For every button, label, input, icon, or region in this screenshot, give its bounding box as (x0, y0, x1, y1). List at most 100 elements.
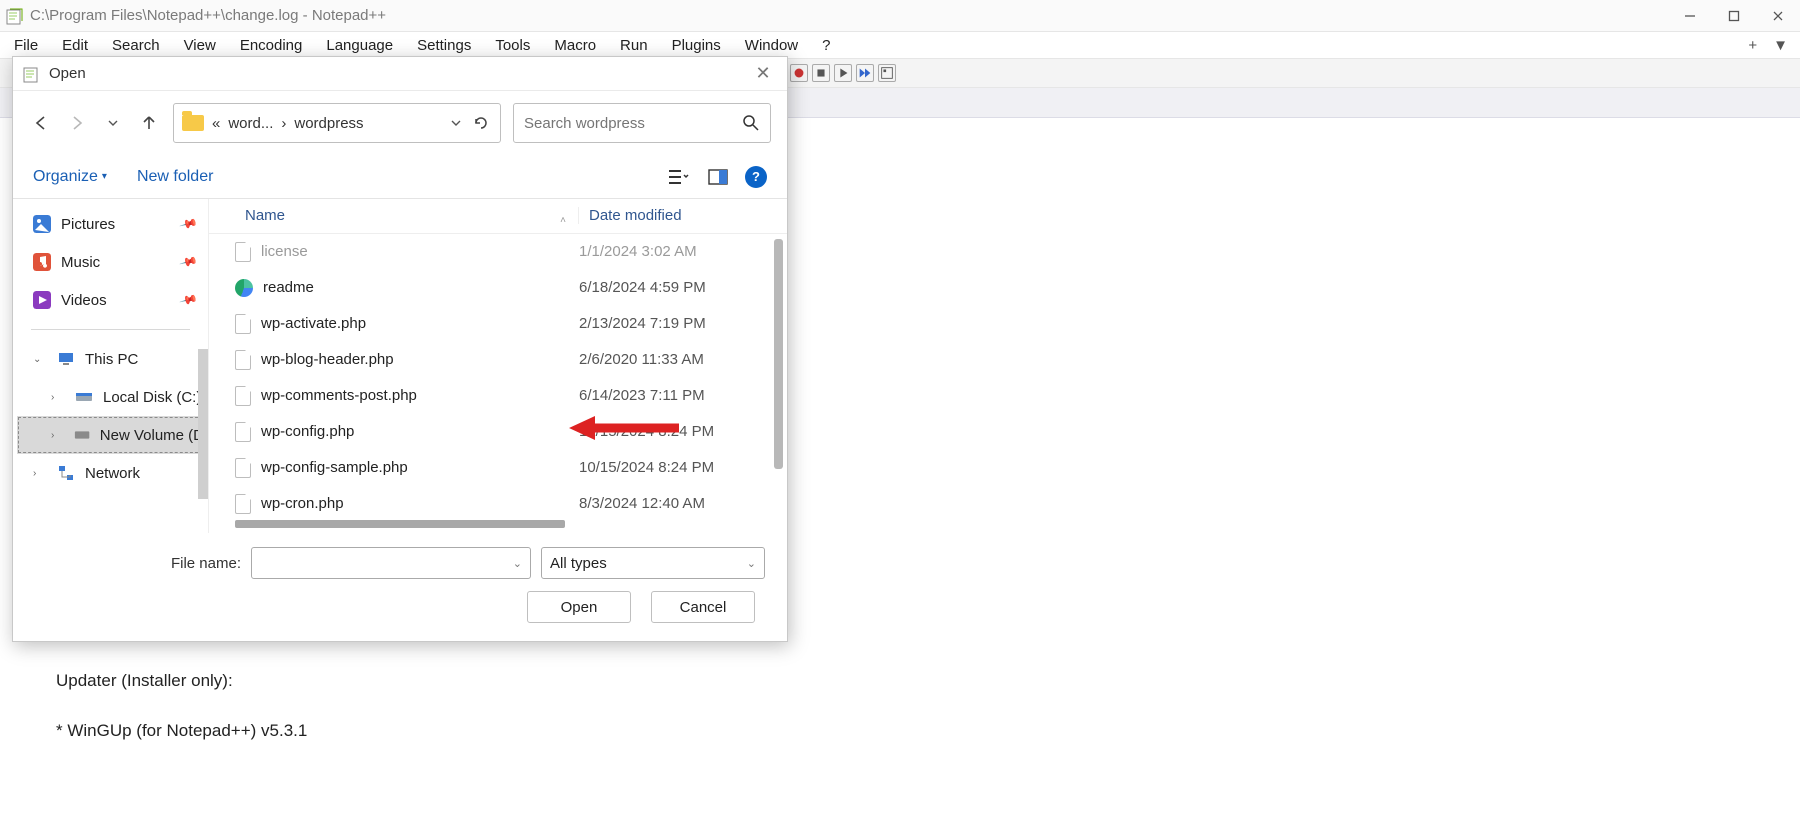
navigation-row: « word... › wordpress (13, 91, 787, 155)
file-row[interactable]: readme6/18/2024 4:59 PM (209, 270, 787, 306)
search-box[interactable] (513, 103, 771, 143)
file-row[interactable]: wp-comments-post.php 6/14/2023 7:11 PM (209, 378, 787, 414)
menu-help[interactable]: ? (822, 37, 830, 54)
file-list[interactable]: license1/1/2024 3:02 AMreadme6/18/2024 4… (209, 234, 787, 514)
notepadpp-icon (6, 7, 24, 25)
address-bar[interactable]: « word... › wordpress (173, 103, 501, 143)
chevron-down-icon[interactable]: ⌄ (513, 557, 522, 570)
tree-cdrive[interactable]: › Local Disk (C:) (17, 378, 204, 416)
pin-icon: 📌 (179, 290, 199, 310)
menu-plugins[interactable]: Plugins (672, 37, 721, 54)
tree-videos[interactable]: Videos📌 (17, 281, 204, 319)
breadcrumb-seg2[interactable]: wordpress (294, 115, 363, 132)
filename-input[interactable]: ⌄ (251, 547, 531, 579)
chevron-right-icon[interactable]: › (51, 392, 65, 403)
tree-music[interactable]: Music📌 (17, 243, 204, 281)
file-list-vscrollbar[interactable] (774, 239, 783, 469)
dialog-close-button[interactable]: ✕ (749, 60, 777, 88)
chevron-right-icon[interactable]: › (33, 468, 47, 479)
file-icon (235, 314, 251, 334)
open-button[interactable]: Open (527, 591, 631, 623)
chevron-down-icon[interactable]: ⌄ (33, 354, 47, 365)
file-row[interactable]: wp-config-sample.php 10/15/2024 8:24 PM (209, 450, 787, 486)
refresh-button[interactable] (470, 114, 492, 132)
file-row[interactable]: wp-cron.php8/3/2024 12:40 AM (209, 486, 787, 514)
file-icon (235, 458, 251, 478)
music-icon (33, 253, 51, 271)
window-title: C:\Program Files\Notepad++\change.log - … (30, 7, 386, 24)
videos-icon (33, 291, 51, 309)
search-input[interactable] (524, 115, 742, 132)
up-button[interactable] (137, 111, 161, 135)
stop-icon[interactable] (812, 64, 830, 82)
column-date[interactable]: Date modified (579, 207, 682, 224)
address-history-icon[interactable] (450, 117, 462, 129)
tree-network[interactable]: › Network (17, 454, 204, 492)
column-name[interactable]: Name˄ (209, 207, 579, 224)
new-folder-button[interactable]: New folder (137, 168, 213, 186)
menu-search[interactable]: Search (112, 37, 160, 54)
file-icon (235, 242, 251, 262)
nav-tree[interactable]: Pictures📌 Music📌 Videos📌 ⌄ This PC › Loc… (13, 199, 209, 533)
tree-newvolume[interactable]: › New Volume (D (17, 416, 204, 454)
tree-thispc[interactable]: ⌄ This PC (17, 340, 204, 378)
close-button[interactable] (1756, 0, 1800, 32)
menu-tools[interactable]: Tools (495, 37, 530, 54)
dialog-title: Open (49, 65, 86, 82)
chevron-right-icon[interactable]: › (51, 430, 64, 441)
drive-icon (75, 388, 93, 406)
chevron-down-icon[interactable]: ⌄ (747, 557, 756, 570)
menu-file[interactable]: File (14, 37, 38, 54)
open-file-dialog: Open ✕ « word... › wordpress Organize▾ N… (12, 56, 788, 642)
file-list-hscrollbar[interactable] (209, 514, 787, 533)
file-row[interactable]: wp-config.php10/15/2024 8:24 PM (209, 414, 787, 450)
file-list-header[interactable]: Name˄ Date modified (209, 199, 787, 234)
file-row[interactable]: wp-activate.php2/13/2024 7:19 PM (209, 306, 787, 342)
organize-menu[interactable]: Organize▾ (33, 168, 107, 186)
help-button[interactable]: ? (745, 166, 767, 188)
menu-edit[interactable]: Edit (62, 37, 88, 54)
file-icon (235, 386, 251, 406)
recent-locations-button[interactable] (101, 111, 125, 135)
menu-settings[interactable]: Settings (417, 37, 471, 54)
tree-pictures[interactable]: Pictures📌 (17, 205, 204, 243)
file-row[interactable]: wp-blog-header.php2/6/2020 11:33 AM (209, 342, 787, 378)
breadcrumb-seg1[interactable]: word... (228, 115, 273, 132)
file-name: wp-config.php (261, 423, 354, 440)
menu-view[interactable]: View (184, 37, 216, 54)
forward-button[interactable] (65, 111, 89, 135)
fastforward-icon[interactable] (856, 64, 874, 82)
file-name: wp-comments-post.php (261, 387, 417, 404)
menu-language[interactable]: Language (326, 37, 393, 54)
add-tab-icon[interactable]: + (1748, 37, 1757, 54)
view-layout-button[interactable] (665, 164, 691, 190)
file-date: 6/14/2023 7:11 PM (579, 387, 705, 404)
file-name: wp-cron.php (261, 495, 344, 512)
file-date: 1/1/2024 3:02 AM (579, 243, 697, 260)
file-date: 6/18/2024 4:59 PM (579, 279, 706, 296)
tree-scrollbar[interactable] (198, 349, 208, 499)
file-name: wp-blog-header.php (261, 351, 394, 368)
search-icon[interactable] (742, 114, 760, 132)
back-button[interactable] (29, 111, 53, 135)
minimize-button[interactable] (1668, 0, 1712, 32)
play-icon[interactable] (834, 64, 852, 82)
save-macro-icon[interactable] (878, 64, 896, 82)
file-icon (235, 350, 251, 370)
menu-encoding[interactable]: Encoding (240, 37, 303, 54)
folder-icon (182, 115, 204, 131)
maximize-button[interactable] (1712, 0, 1756, 32)
record-icon[interactable] (790, 64, 808, 82)
file-row[interactable]: license1/1/2024 3:02 AM (209, 234, 787, 270)
menu-macro[interactable]: Macro (554, 37, 596, 54)
file-date: 10/15/2024 8:24 PM (579, 459, 714, 476)
pictures-icon (33, 215, 51, 233)
file-name: wp-config-sample.php (261, 459, 408, 476)
cancel-button[interactable]: Cancel (651, 591, 755, 623)
file-type-select[interactable]: All types⌄ (541, 547, 765, 579)
file-name: wp-activate.php (261, 315, 366, 332)
preview-pane-button[interactable] (705, 164, 731, 190)
menu-window[interactable]: Window (745, 37, 798, 54)
menu-more-icon[interactable]: ▼ (1773, 37, 1788, 54)
menu-run[interactable]: Run (620, 37, 648, 54)
